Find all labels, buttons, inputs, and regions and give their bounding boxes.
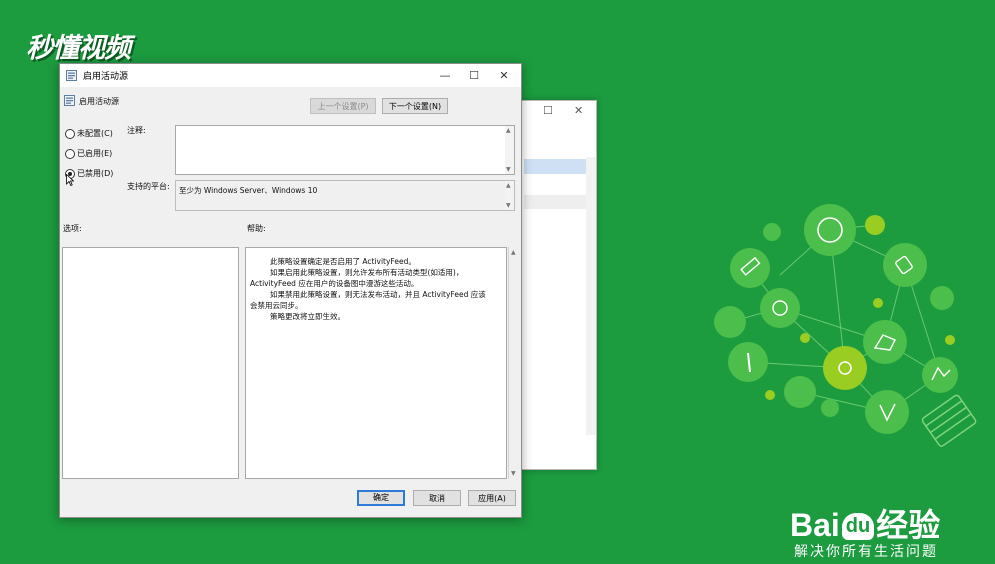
paw-icon: du: [841, 513, 875, 540]
maximize-icon[interactable]: ☐: [543, 104, 553, 117]
setting-icon: [64, 95, 75, 106]
help-scrollbar[interactable]: ▲ ▼: [508, 247, 519, 479]
policy-dialog: 启用活动源 — ☐ ✕ 启用活动源 上一个设置(P) 下一个设置(N) 未配置(…: [59, 63, 522, 518]
options-pane: [62, 247, 239, 479]
close-icon[interactable]: ✕: [574, 104, 583, 117]
radio-circle[interactable]: [65, 149, 75, 159]
help-pane: 此策略设置确定是否启用了 ActivityFeed。 如果启用此策略设置，则允许…: [245, 247, 507, 479]
bulb-base: [921, 394, 977, 447]
mouse-cursor-icon: [66, 174, 74, 186]
help-line: 会禁用云同步。: [250, 301, 303, 310]
scroll-up-icon[interactable]: ▲: [511, 249, 516, 256]
baidu-jingyan-logo: Bai du 经验: [790, 500, 940, 546]
ok-button[interactable]: 确定: [357, 490, 405, 506]
supported-platforms-value: 至少为 Windows Server、Windows 10: [179, 186, 318, 195]
help-label: 帮助:: [247, 224, 266, 233]
logo-text-jingyan: 经验: [876, 507, 941, 543]
next-setting-button[interactable]: 下一个设置(N): [382, 98, 448, 114]
apply-button[interactable]: 应用(A): [468, 490, 516, 506]
radio-label: 未配置(C): [77, 129, 113, 138]
scroll-down-icon[interactable]: ▼: [511, 470, 516, 477]
list-row[interactable]: [524, 195, 594, 209]
vertical-scrollbar[interactable]: [586, 157, 596, 435]
scroll-up-icon[interactable]: ▲: [506, 182, 511, 189]
help-line: 策略更改将立即生效。: [270, 312, 345, 321]
supported-scrollbar[interactable]: ▲ ▼: [505, 181, 514, 210]
lightbulb-network-illustration: [714, 204, 977, 447]
radio-label: 已禁用(D): [77, 169, 114, 178]
dialog-title: 启用活动源: [83, 72, 129, 82]
list-row-selected[interactable]: [524, 159, 594, 174]
brand-logo: 秒懂视频: [26, 33, 131, 64]
setting-name: 启用活动源: [79, 97, 119, 106]
help-text: 此策略设置确定是否启用了 ActivityFeed。 如果启用此策略设置，则允许…: [246, 248, 506, 322]
scroll-down-icon[interactable]: ▼: [506, 166, 511, 173]
options-label: 选项:: [63, 224, 82, 233]
radio-circle[interactable]: [65, 129, 75, 139]
dialog-titlebar: 启用活动源 — ☐ ✕: [60, 64, 521, 87]
policy-icon: [66, 70, 77, 81]
help-line: 如果禁用此策略设置，则无法发布活动，并且 ActivityFeed 应该: [270, 290, 486, 299]
comment-label: 注释:: [127, 126, 146, 135]
help-line: 此策略设置确定是否启用了 ActivityFeed。: [270, 257, 416, 266]
tagline: 解决你所有生活问题: [794, 544, 938, 560]
supported-platforms-label: 支持的平台:: [127, 182, 170, 191]
maximize-icon[interactable]: ☐: [460, 67, 488, 84]
comment-textarea[interactable]: ▲ ▼: [175, 125, 515, 175]
logo-text-bai: Bai: [790, 507, 840, 543]
scroll-up-icon[interactable]: ▲: [506, 127, 511, 134]
previous-setting-button[interactable]: 上一个设置(P): [310, 98, 376, 114]
help-line: 如果启用此策略设置，则允许发布所有活动类型(如适用)，: [270, 268, 464, 277]
close-icon[interactable]: ✕: [490, 67, 518, 84]
minimize-icon[interactable]: —: [431, 67, 459, 84]
comment-scrollbar[interactable]: ▲ ▼: [505, 126, 514, 174]
scroll-down-icon[interactable]: ▼: [506, 202, 511, 209]
cancel-button[interactable]: 取消: [413, 490, 461, 506]
supported-platforms-box: 至少为 Windows Server、Windows 10 ▲ ▼: [175, 180, 515, 211]
help-line: ActivityFeed 应在用户的设备图中漫游这些活动。: [250, 279, 419, 288]
radio-label: 已启用(E): [77, 149, 113, 158]
